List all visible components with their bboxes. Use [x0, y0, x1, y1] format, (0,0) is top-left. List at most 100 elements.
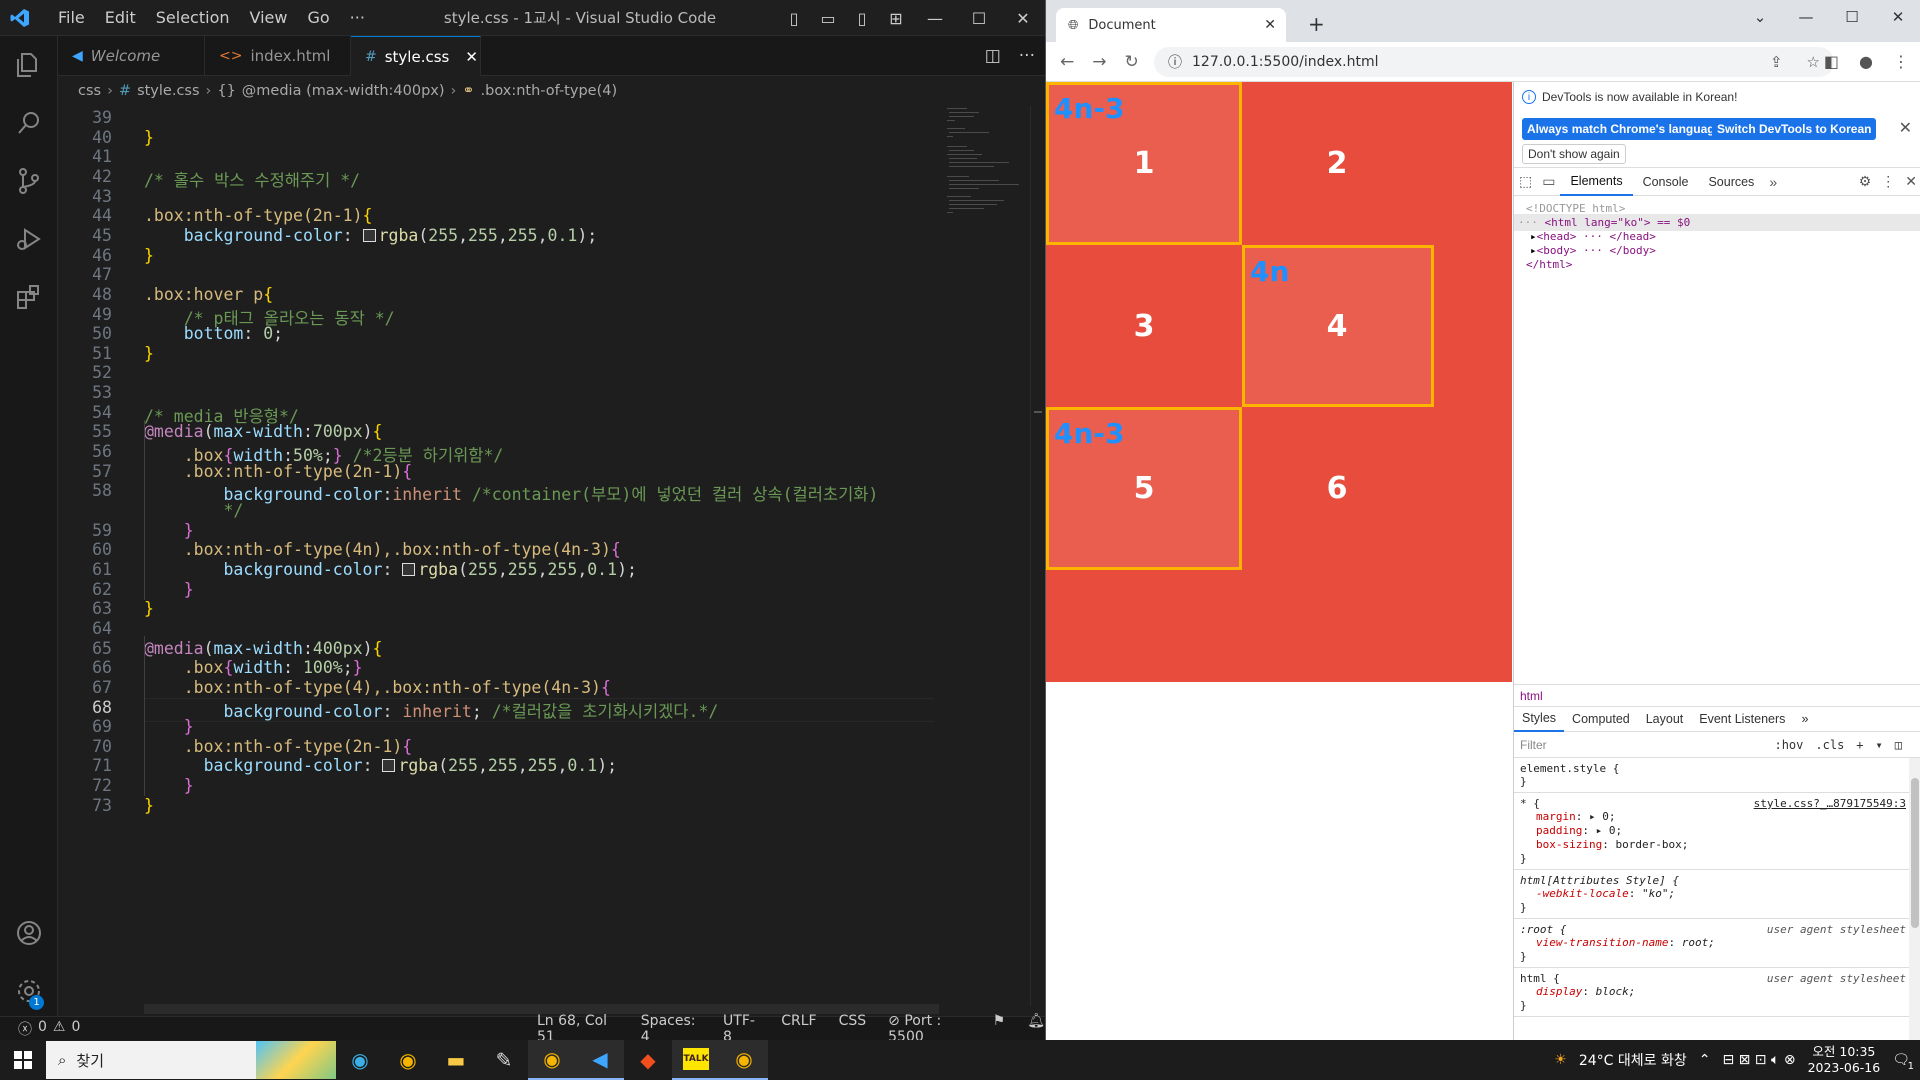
tab-event-listeners[interactable]: Event Listeners [1691, 706, 1793, 732]
chrome-menu-icon[interactable]: ⋮ [1893, 52, 1909, 71]
weather-icon[interactable]: ☀ [1554, 1052, 1567, 1068]
styles-scrollbar[interactable] [1909, 758, 1920, 1040]
app-icon[interactable]: ✎ [480, 1040, 528, 1080]
tab-welcome[interactable]: ◀ Welcome [58, 36, 205, 76]
tab-styles[interactable]: Styles [1514, 706, 1565, 732]
vertical-scrollbar[interactable] [1030, 106, 1044, 1006]
tab-elements[interactable]: Elements [1560, 168, 1633, 196]
code-editor[interactable]: 39 40} 41 42/* 홀수 박스 수정해주기 */43 44 .box:nth-o… [58, 106, 938, 1006]
tab-index-html[interactable]: <> index.html [205, 36, 351, 76]
more-options-icon[interactable]: ⋮ [1876, 173, 1900, 190]
tray-icons[interactable]: ⊟ ⊠ ⊡ 🔈︎ ⊗ [1722, 1052, 1795, 1068]
crumb-html[interactable]: html [1520, 689, 1543, 703]
box-3[interactable]: 3 [1046, 245, 1242, 407]
share-icon[interactable]: ⇪ [1770, 53, 1783, 71]
side-panel-icon[interactable]: ◧ [1824, 52, 1839, 71]
inspect-element-icon[interactable]: ⬚ [1514, 173, 1537, 190]
code-line[interactable]: 73} [58, 796, 938, 820]
browser-tab[interactable]: 🌐︎ Document ✕ [1056, 8, 1286, 42]
close-icon[interactable]: ✕ [465, 48, 478, 66]
breadcrumb-file[interactable]: style.css [137, 83, 199, 99]
extensions-icon[interactable] [0, 268, 58, 326]
breadcrumb-selector[interactable]: .box:nth-of-type(4) [481, 83, 618, 99]
minimap[interactable] [945, 106, 1030, 256]
more-actions-icon[interactable]: ··· [1019, 46, 1035, 66]
edge-icon[interactable]: ◉ [336, 1040, 384, 1080]
chevron-up-icon[interactable]: ⌃ [1699, 1052, 1711, 1068]
chrome-active-icon[interactable]: ◉ [528, 1040, 576, 1080]
figma-icon[interactable]: ◆ [624, 1040, 672, 1080]
css-declaration[interactable]: padding: ▸ 0; [1520, 824, 1904, 838]
error-icon[interactable]: ⓧ [18, 1019, 32, 1039]
menu-item[interactable]: File [48, 8, 95, 27]
source-control-icon[interactable] [0, 152, 58, 210]
css-declaration[interactable]: view-transition-name: root; [1520, 936, 1904, 950]
filter-input[interactable]: Filter [1520, 738, 1547, 752]
warning-icon[interactable]: ⚠ [53, 1019, 66, 1039]
paint-icon[interactable]: ▾ [1876, 738, 1883, 752]
tab-sources[interactable]: Sources [1698, 168, 1764, 196]
back-arrow-icon[interactable]: ← [1060, 52, 1074, 72]
minimize-button[interactable]: — [913, 9, 957, 28]
manage-gear-icon[interactable]: 1 [0, 962, 58, 1020]
reload-icon[interactable]: ↻ [1125, 52, 1139, 72]
minimize-button[interactable]: — [1783, 8, 1829, 26]
breadcrumb-media-query[interactable]: @media (max-width:400px) [242, 83, 445, 99]
css-rule[interactable]: * {style.css?_…879175549:3 margin: ▸ 0; pa… [1514, 793, 1910, 870]
chrome-icon[interactable]: ◉ [384, 1040, 432, 1080]
cls-button[interactable]: .cls [1815, 738, 1844, 752]
close-devtools-icon[interactable]: ✕ [1900, 173, 1920, 190]
css-rule[interactable]: html[Attributes Style] {-webkit-locale: … [1514, 870, 1910, 919]
tab-layout[interactable]: Layout [1638, 706, 1692, 732]
css-declaration[interactable]: display: block; [1520, 985, 1904, 999]
forward-arrow-icon[interactable]: → [1092, 52, 1106, 72]
address-bar[interactable]: ⓘ 127.0.0.1:5500/index.html ⇪ ☆ [1154, 47, 1834, 77]
rule-source-link[interactable]: style.css?_…879175549:3 [1754, 797, 1906, 810]
settings-gear-icon[interactable]: ⚙ [1854, 173, 1877, 190]
menu-item[interactable]: ··· [340, 8, 375, 27]
css-declaration[interactable]: box-sizing: border-box; [1520, 838, 1904, 852]
account-icon[interactable] [0, 904, 58, 962]
new-tab-button[interactable]: + [1308, 12, 1325, 36]
sidebar-toggle-icon[interactable]: ◫ [1895, 738, 1902, 752]
toggle-panel-icon[interactable]: ▭ [811, 9, 845, 28]
kakaotalk-icon[interactable]: TALK [672, 1040, 720, 1080]
customize-layout-icon[interactable]: ⊞ [879, 9, 913, 28]
file-explorer-icon[interactable]: ▬ [432, 1040, 480, 1080]
tab-computed[interactable]: Computed [1564, 706, 1638, 732]
dom-breadcrumb[interactable]: html [1514, 684, 1920, 706]
clock[interactable]: 오전 10:35 2023-06-16 [1808, 1044, 1881, 1076]
dont-show-again-button[interactable]: Don't show again [1522, 144, 1626, 164]
css-declaration[interactable]: margin: ▸ 0; [1520, 810, 1904, 824]
run-debug-icon[interactable] [0, 210, 58, 268]
close-window-button[interactable]: ✕ [1001, 9, 1045, 28]
explorer-icon[interactable] [0, 36, 58, 94]
weather-text[interactable]: 24°C 대체로 화창 [1579, 1050, 1687, 1070]
info-icon[interactable]: ⓘ [1168, 52, 1182, 72]
hov-button[interactable]: :hov [1774, 738, 1803, 752]
css-declaration[interactable]: -webkit-locale: "ko"; [1520, 887, 1904, 901]
tab-style-css[interactable]: # style.css ✕ [351, 36, 481, 76]
styles-pane[interactable]: element.style {} * {style.css?_…879175549… [1514, 758, 1910, 1040]
taskbar-search[interactable]: ⌕ 찾기 [46, 1041, 336, 1079]
maximize-button[interactable]: ☐ [1829, 8, 1875, 26]
bookmark-star-icon[interactable]: ☆ [1807, 53, 1820, 71]
menu-item[interactable]: View [240, 8, 298, 27]
dom-tree[interactable]: <!DOCTYPE html> ··· <html lang="ko"> == … [1514, 196, 1920, 666]
css-rule[interactable]: element.style {} [1514, 758, 1910, 793]
box-2[interactable]: 2 [1242, 82, 1432, 245]
css-rule[interactable]: html {user agent stylesheet display: bloc… [1514, 968, 1910, 1017]
menu-item[interactable]: Go [297, 8, 339, 27]
toggle-secondary-sidebar-icon[interactable]: ▯ [845, 9, 879, 28]
match-language-button[interactable]: Always match Chrome's language [1522, 118, 1727, 140]
box-6[interactable]: 6 [1242, 407, 1432, 570]
close-icon[interactable]: ✕ [1899, 118, 1912, 138]
menu-item[interactable]: Selection [146, 8, 240, 27]
chrome-profile-icon[interactable]: ◉ [720, 1040, 768, 1080]
more-tabs-icon[interactable]: » [1793, 706, 1816, 732]
tab-console[interactable]: Console [1633, 168, 1699, 196]
toggle-sidebar-icon[interactable]: ▯ [777, 9, 811, 28]
more-tabs-icon[interactable]: » [1764, 174, 1782, 190]
maximize-button[interactable]: ☐ [957, 9, 1001, 28]
menu-item[interactable]: Edit [95, 8, 146, 27]
